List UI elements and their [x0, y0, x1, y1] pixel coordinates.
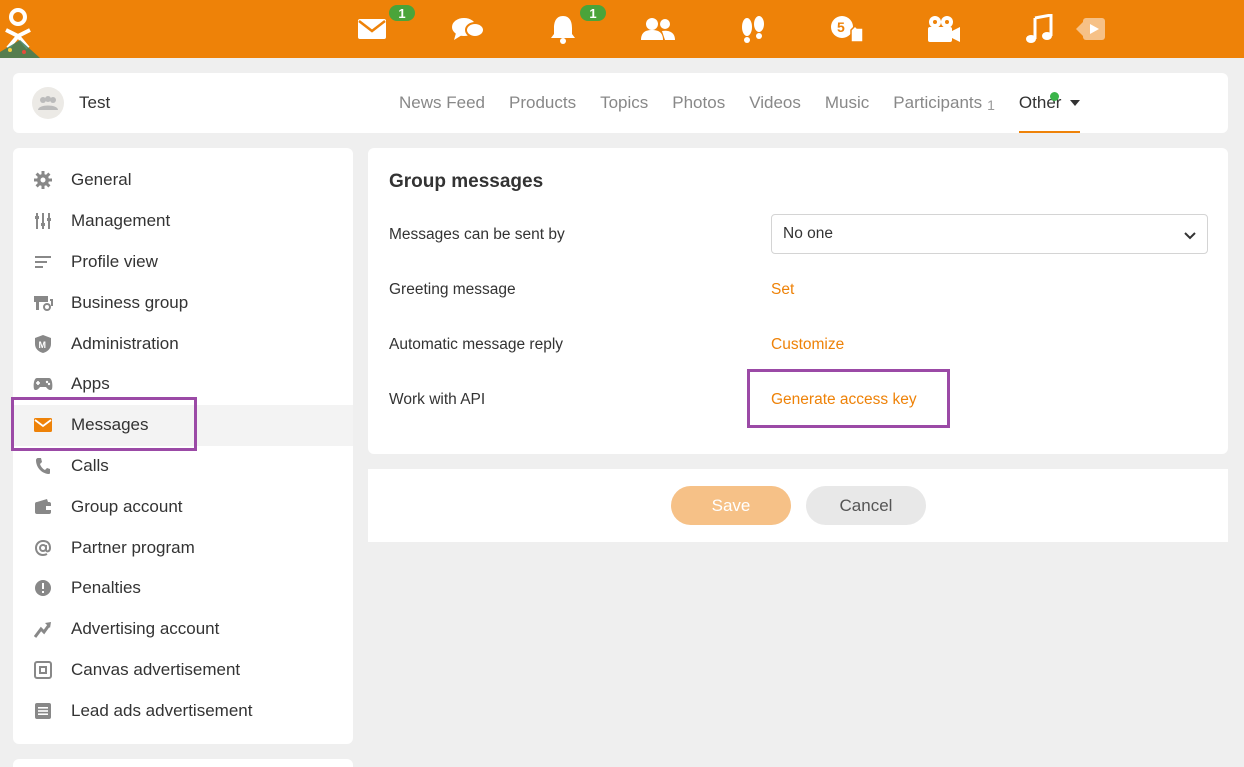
discussions-icon[interactable] [448, 10, 488, 48]
sidebar-item-label: Profile view [71, 251, 158, 271]
generate-access-key-link[interactable]: Generate access key [771, 391, 917, 409]
lines-icon [33, 252, 53, 272]
messages-icon[interactable]: 1 [352, 3, 417, 48]
sidebar-item-label: Apps [71, 374, 110, 394]
messages-badge: 1 [387, 3, 417, 23]
group-messages-panel: Group messages Messages can be sent by N… [368, 148, 1228, 454]
tab-label: Photos [672, 93, 726, 112]
sidebar-item-lead-ads[interactable]: Lead ads advertisement [13, 690, 353, 731]
sidebar-item-label: Administration [71, 333, 179, 353]
sidebar-item-label: Calls [71, 455, 109, 475]
sidebar-secondary-card [13, 759, 353, 767]
sliders-icon [33, 211, 53, 231]
sidebar-item-group-account[interactable]: Group account [13, 486, 353, 527]
ok-logo-icon[interactable] [0, 0, 44, 58]
panel-title: Group messages [389, 171, 544, 192]
tab-label: News Feed [399, 93, 485, 112]
friends-icon[interactable] [638, 10, 678, 48]
sidebar-item-label: General [71, 170, 132, 190]
sidebar-item-label: Group account [71, 496, 183, 516]
group-header: Test News Feed Products Topics Photos Vi… [13, 73, 1228, 133]
business-icon [33, 293, 53, 313]
greeting-set-link[interactable]: Set [771, 281, 794, 299]
group-tabs: News Feed Products Topics Photos Videos … [399, 73, 1104, 133]
shield-icon: M [33, 334, 53, 354]
sidebar-item-label: Messages [71, 415, 149, 435]
settings-sidebar: General Management Profile view Business… [13, 148, 353, 744]
tab-music[interactable]: Music [825, 73, 869, 133]
sidebar-item-advertising-account[interactable]: Advertising account [13, 609, 353, 650]
tab-news-feed[interactable]: News Feed [399, 73, 485, 133]
sidebar-item-business-group[interactable]: Business group [13, 282, 353, 323]
wallet-icon [33, 497, 53, 517]
auto-reply-customize-link[interactable]: Customize [771, 336, 844, 354]
tab-label: Videos [749, 93, 801, 112]
auto-reply-label: Automatic message reply [389, 336, 564, 353]
phone-icon [33, 456, 53, 476]
notifications-icon[interactable]: 1 [543, 3, 608, 48]
canvas-icon [33, 660, 53, 680]
sidebar-item-general[interactable]: General [13, 160, 353, 201]
at-icon [33, 538, 53, 558]
sidebar-item-calls[interactable]: Calls [13, 446, 353, 487]
gear-icon [33, 170, 53, 190]
notifications-badge: 1 [578, 3, 608, 23]
gamepad-icon [33, 374, 53, 394]
sidebar-item-apps[interactable]: Apps [13, 364, 353, 405]
participants-count: 1 [987, 96, 995, 113]
online-dot-icon [1049, 92, 1059, 101]
tab-videos[interactable]: Videos [749, 73, 801, 133]
form-actions: Save Cancel [368, 469, 1228, 542]
sidebar-item-administration[interactable]: M Administration [13, 323, 353, 364]
group-avatar[interactable] [32, 87, 64, 119]
tab-participants[interactable]: Participants 1 [893, 73, 995, 133]
sent-by-value: No one [783, 225, 833, 242]
tab-other[interactable]: Other [1018, 73, 1081, 133]
svg-text:5: 5 [837, 19, 845, 35]
chevron-down-icon [1183, 228, 1197, 246]
caret-down-icon [1070, 100, 1081, 106]
events-icon[interactable]: 5 [828, 10, 868, 48]
sent-by-select[interactable]: No one [771, 214, 1208, 254]
sidebar-item-label: Management [71, 211, 171, 231]
sidebar-item-label: Canvas advertisement [71, 659, 241, 679]
sidebar-item-label: Business group [71, 292, 189, 312]
list-icon [33, 701, 53, 721]
tab-label: Participants [893, 93, 983, 112]
tab-label: Music [824, 93, 870, 112]
api-label: Work with API [389, 391, 486, 408]
envelope-icon [33, 415, 53, 435]
tab-products[interactable]: Products [509, 73, 576, 133]
cancel-button[interactable]: Cancel [806, 486, 926, 525]
guests-icon[interactable] [733, 10, 773, 48]
sidebar-item-messages[interactable]: Messages [13, 404, 353, 446]
sidebar-item-profile-view[interactable]: Profile view [13, 242, 353, 283]
greeting-label: Greeting message [389, 281, 516, 298]
top-navigation-bar: 1 1 5 [0, 0, 1244, 58]
video-play-icon[interactable] [1070, 10, 1110, 48]
sidebar-item-label: Partner program [71, 537, 195, 557]
tab-photos[interactable]: Photos [672, 73, 725, 133]
group-name[interactable]: Test [79, 93, 110, 113]
video-icon[interactable] [924, 10, 964, 48]
sent-by-label: Messages can be sent by [389, 226, 565, 243]
sidebar-item-penalties[interactable]: Penalties [13, 568, 353, 609]
sidebar-item-label: Advertising account [71, 619, 220, 639]
tab-label: Topics [600, 93, 649, 112]
tab-topics[interactable]: Topics [600, 73, 648, 133]
tab-label: Products [508, 93, 577, 112]
sidebar-item-label: Penalties [71, 578, 141, 598]
sidebar-item-canvas-advertisement[interactable]: Canvas advertisement [13, 650, 353, 691]
save-button[interactable]: Save [671, 486, 791, 525]
trend-icon [33, 619, 53, 639]
sidebar-item-partner-program[interactable]: Partner program [13, 527, 353, 568]
svg-text:M: M [39, 340, 47, 350]
music-icon[interactable] [1019, 10, 1059, 48]
alert-icon [33, 578, 53, 598]
sidebar-item-label: Lead ads advertisement [71, 700, 253, 720]
sidebar-item-management[interactable]: Management [13, 201, 353, 242]
